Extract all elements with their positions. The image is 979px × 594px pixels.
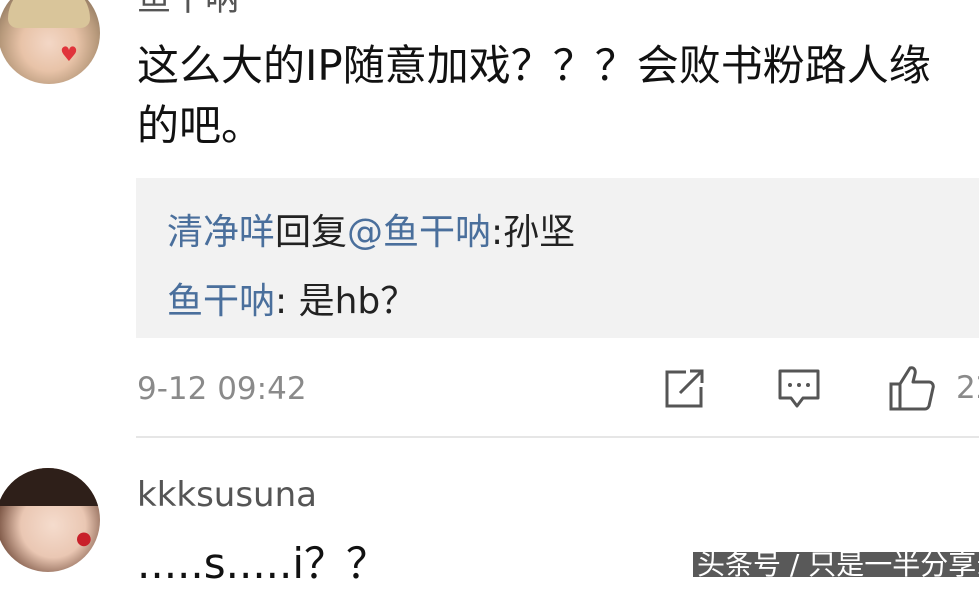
watermark: 头条号 / 只是一半分享录 — [693, 552, 979, 577]
reply-box[interactable]: 清净咩回复@鱼干呐:孙坚 鱼干呐: 是hb？ — [136, 178, 979, 338]
reply-verb: 回复 — [275, 212, 348, 253]
like-button[interactable]: 22 — [888, 364, 979, 412]
comment-text: .....s.....i？？ — [137, 539, 389, 588]
reply-item: 鱼干呐: 是hb？ — [167, 284, 416, 320]
divider — [136, 436, 979, 438]
reply-username[interactable]: 清净咩 — [167, 212, 275, 253]
comment-username[interactable]: 鱼干呐 — [137, 0, 239, 16]
share-icon[interactable] — [664, 369, 706, 409]
comment-timestamp: 9-12 09:42 — [137, 371, 307, 407]
comment-icon[interactable] — [777, 368, 821, 410]
reply-item: 清净咩回复@鱼干呐:孙坚 — [167, 215, 575, 251]
heart-icon: ♥ — [60, 42, 78, 66]
reply-text: : 是hb？ — [275, 281, 417, 322]
like-count: 22 — [956, 370, 979, 406]
thumbs-up-icon — [889, 366, 935, 411]
cherry-icon: ● — [76, 528, 92, 549]
reply-text: :孙坚 — [491, 212, 576, 253]
reply-mention[interactable]: @鱼干呐 — [347, 212, 491, 253]
avatar[interactable]: ♥ — [0, 0, 100, 84]
comment-text: 这么大的IP随意加戏？？？会败书粉路人缘的吧。 — [137, 41, 931, 150]
comment-username[interactable]: kkksusuna — [137, 478, 317, 512]
avatar[interactable]: ● — [0, 468, 100, 572]
reply-username[interactable]: 鱼干呐 — [167, 281, 275, 322]
